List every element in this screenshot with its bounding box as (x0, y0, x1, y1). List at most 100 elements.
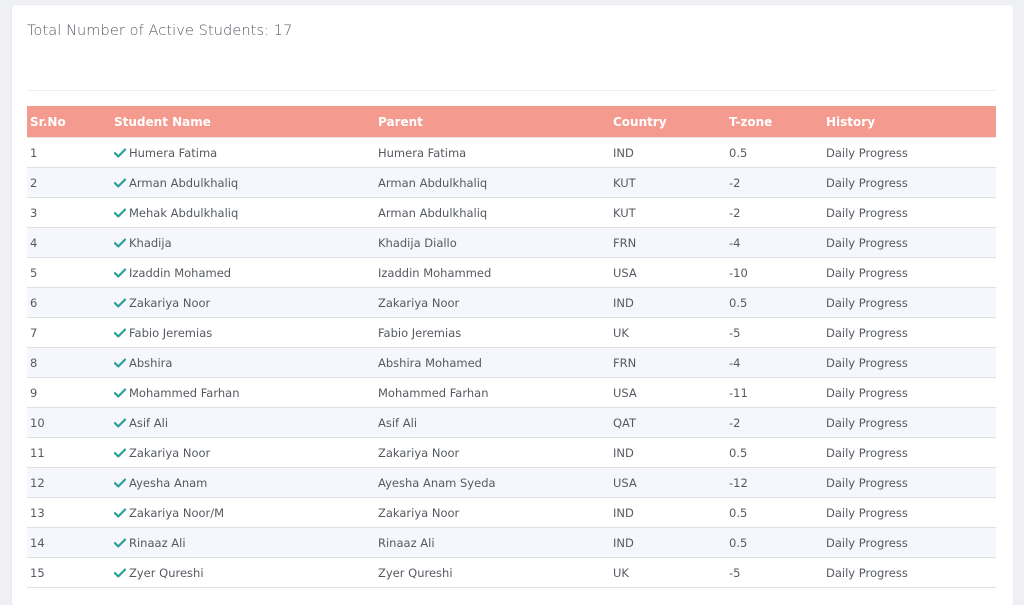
cell-history-link[interactable]: Daily Progress (823, 557, 996, 588)
cell-country: IND (610, 137, 726, 168)
table-row: 14 Rinaaz Ali Rinaaz Ali IND 0.5 Daily P… (27, 527, 996, 558)
cell-tzone: -10 (726, 257, 823, 288)
table-row: 3 Mehak Abdulkhaliq Arman Abdulkhaliq KU… (27, 197, 996, 228)
cell-tzone: -12 (726, 467, 823, 498)
students-table: Sr.No Student Name Parent Country T-zone… (27, 106, 996, 588)
cell-student-name[interactable]: Zakariya Noor (111, 287, 375, 318)
cell-history-link[interactable]: Daily Progress (823, 347, 996, 378)
cell-sr-no: 1 (27, 137, 111, 168)
cell-tzone: -2 (726, 407, 823, 438)
cell-history-link[interactable]: Daily Progress (823, 287, 996, 318)
daily-progress-link[interactable]: Daily Progress (826, 296, 908, 310)
student-name-text: Mohammed Farhan (129, 385, 240, 400)
daily-progress-link[interactable]: Daily Progress (826, 206, 908, 220)
cell-history-link[interactable]: Daily Progress (823, 197, 996, 228)
cell-student-name[interactable]: Humera Fatima (111, 137, 375, 168)
cell-student-name[interactable]: Mehak Abdulkhaliq (111, 197, 375, 228)
cell-history-link[interactable]: Daily Progress (823, 167, 996, 198)
cell-tzone: -11 (726, 377, 823, 408)
cell-country: FRN (610, 347, 726, 378)
cell-sr-no: 6 (27, 287, 111, 318)
cell-history-link[interactable]: Daily Progress (823, 257, 996, 288)
col-parent[interactable]: Parent (375, 106, 610, 138)
daily-progress-link[interactable]: Daily Progress (826, 146, 908, 160)
cell-sr-no: 11 (27, 437, 111, 468)
daily-progress-link[interactable]: Daily Progress (826, 416, 908, 430)
daily-progress-link[interactable]: Daily Progress (826, 446, 908, 460)
table-row: 15 Zyer Qureshi Zyer Qureshi UK -5 Daily… (27, 557, 996, 588)
cell-history-link[interactable]: Daily Progress (823, 377, 996, 408)
table-row: 4 Khadija Khadija Diallo FRN -4 Daily Pr… (27, 227, 996, 258)
daily-progress-link[interactable]: Daily Progress (826, 236, 908, 250)
table-row: 1 Humera Fatima Humera Fatima IND 0.5 Da… (27, 137, 996, 168)
cell-parent: Khadija Diallo (375, 227, 610, 258)
student-name-text: Fabio Jeremias (129, 325, 213, 340)
check-icon (114, 148, 126, 157)
col-sr-no[interactable]: Sr.No (27, 106, 111, 138)
check-icon (114, 388, 126, 397)
cell-student-name[interactable]: Asif Ali (111, 407, 375, 438)
check-icon (114, 268, 126, 277)
cell-student-name[interactable]: Abshira (111, 347, 375, 378)
cell-student-name[interactable]: Fabio Jeremias (111, 317, 375, 348)
cell-history-link[interactable]: Daily Progress (823, 467, 996, 498)
cell-tzone: 0.5 (726, 437, 823, 468)
cell-sr-no: 8 (27, 347, 111, 378)
table-row: 11 Zakariya Noor Zakariya Noor IND 0.5 D… (27, 437, 996, 468)
cell-tzone: 0.5 (726, 527, 823, 558)
cell-tzone: 0.5 (726, 287, 823, 318)
cell-history-link[interactable]: Daily Progress (823, 497, 996, 528)
cell-tzone: -2 (726, 197, 823, 228)
col-tzone[interactable]: T-zone (726, 106, 823, 138)
daily-progress-link[interactable]: Daily Progress (826, 506, 908, 520)
cell-sr-no: 3 (27, 197, 111, 228)
cell-tzone: -4 (726, 227, 823, 258)
divider (27, 90, 996, 91)
cell-country: USA (610, 467, 726, 498)
cell-parent: Humera Fatima (375, 137, 610, 168)
cell-history-link[interactable]: Daily Progress (823, 227, 996, 258)
cell-history-link[interactable]: Daily Progress (823, 137, 996, 168)
cell-history-link[interactable]: Daily Progress (823, 317, 996, 348)
student-name-text: Asif Ali (129, 415, 169, 430)
cell-tzone: 0.5 (726, 497, 823, 528)
col-student-name[interactable]: Student Name (111, 106, 375, 138)
cell-history-link[interactable]: Daily Progress (823, 437, 996, 468)
daily-progress-link[interactable]: Daily Progress (826, 326, 908, 340)
cell-country: IND (610, 497, 726, 528)
daily-progress-link[interactable]: Daily Progress (826, 176, 908, 190)
daily-progress-link[interactable]: Daily Progress (826, 536, 908, 550)
cell-student-name[interactable]: Khadija (111, 227, 375, 258)
cell-sr-no: 13 (27, 497, 111, 528)
cell-history-link[interactable]: Daily Progress (823, 407, 996, 438)
cell-student-name[interactable]: Zyer Qureshi (111, 557, 375, 588)
cell-student-name[interactable]: Rinaaz Ali (111, 527, 375, 558)
active-students-count: Total Number of Active Students: 17 (27, 23, 293, 39)
cell-country: FRN (610, 227, 726, 258)
cell-sr-no: 15 (27, 557, 111, 588)
daily-progress-link[interactable]: Daily Progress (826, 386, 908, 400)
daily-progress-link[interactable]: Daily Progress (826, 356, 908, 370)
cell-student-name[interactable]: Mohammed Farhan (111, 377, 375, 408)
table-row: 12 Ayesha Anam Ayesha Anam Syeda USA -12… (27, 467, 996, 498)
daily-progress-link[interactable]: Daily Progress (826, 566, 908, 580)
cell-student-name[interactable]: Zakariya Noor (111, 437, 375, 468)
cell-parent: Zyer Qureshi (375, 557, 610, 588)
cell-student-name[interactable]: Izaddin Mohamed (111, 257, 375, 288)
daily-progress-link[interactable]: Daily Progress (826, 476, 908, 490)
cell-parent: Fabio Jeremias (375, 317, 610, 348)
daily-progress-link[interactable]: Daily Progress (826, 266, 908, 280)
check-icon (114, 208, 126, 217)
table-row: 8 Abshira Abshira Mohamed FRN -4 Daily P… (27, 347, 996, 378)
cell-country: KUT (610, 167, 726, 198)
cell-history-link[interactable]: Daily Progress (823, 527, 996, 558)
cell-student-name[interactable]: Ayesha Anam (111, 467, 375, 498)
col-history[interactable]: History (823, 106, 996, 138)
cell-student-name[interactable]: Arman Abdulkhaliq (111, 167, 375, 198)
student-name-text: Mehak Abdulkhaliq (129, 205, 239, 220)
cell-student-name[interactable]: Zakariya Noor/M (111, 497, 375, 528)
cell-sr-no: 9 (27, 377, 111, 408)
cell-country: QAT (610, 407, 726, 438)
col-country[interactable]: Country (610, 106, 726, 138)
table-row: 9 Mohammed Farhan Mohammed Farhan USA -1… (27, 377, 996, 408)
